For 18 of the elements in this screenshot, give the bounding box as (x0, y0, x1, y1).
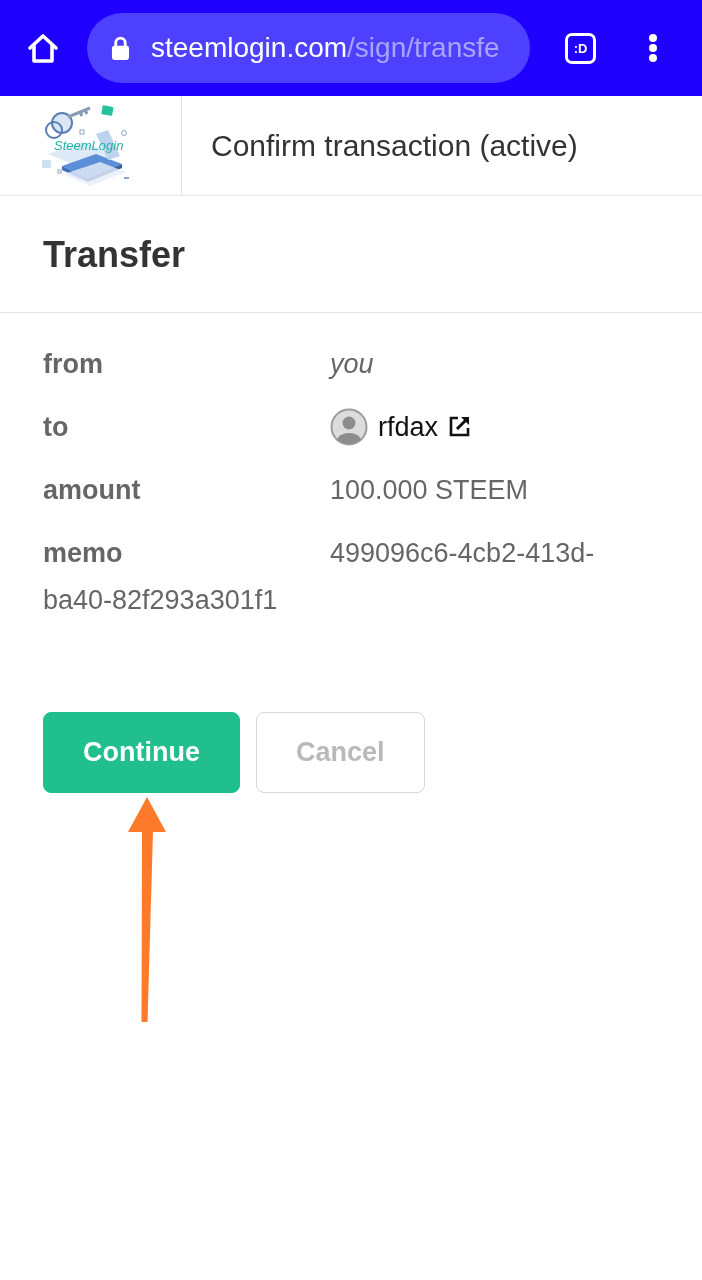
field-label: from (43, 348, 104, 381)
page-title: Confirm transaction (active) (211, 128, 578, 163)
account-link[interactable]: rfdax (378, 412, 439, 442)
lock-icon (111, 35, 130, 61)
field-value: 100.000 STEEM (330, 475, 529, 505)
field-label: to (43, 411, 70, 444)
avatar-icon (330, 407, 368, 446)
home-icon[interactable] (26, 31, 60, 65)
field-value: ba40-82f293a301f1 (43, 584, 278, 617)
field-label: memo (43, 537, 124, 570)
logo-text: SteemLogin (54, 137, 124, 153)
address-bar[interactable]: steemlogin.com/sign/transfe (87, 13, 530, 83)
field-label: amount (43, 474, 142, 507)
menu-icon[interactable] (648, 33, 658, 63)
section-heading: Transfer (43, 232, 186, 276)
field-value: you (330, 349, 374, 379)
tab-switcher-button[interactable]: :D (565, 32, 596, 64)
field-value: 499096c6-4cb2-413d- (330, 537, 595, 570)
